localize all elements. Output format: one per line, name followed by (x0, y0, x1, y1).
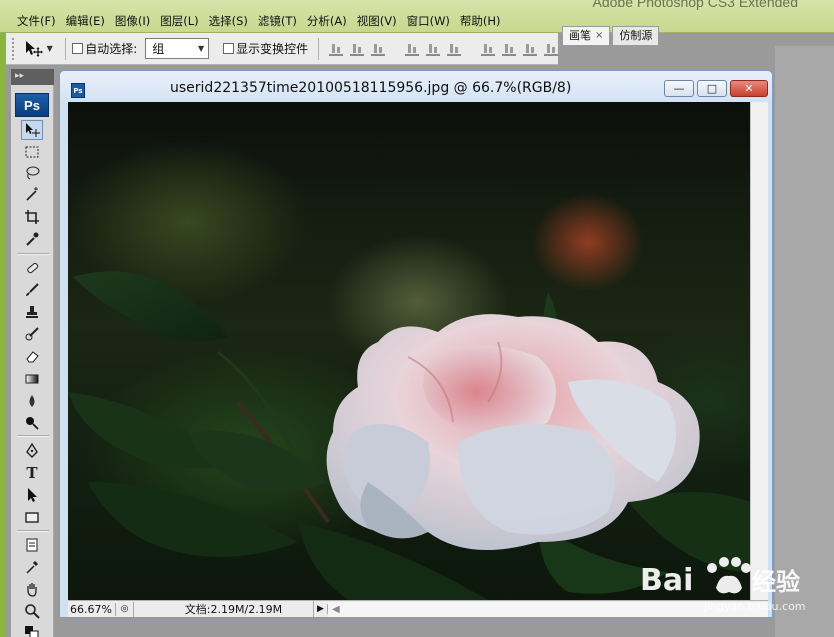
auto-select-checkbox[interactable]: 自动选择: (72, 40, 137, 57)
align-left-icon[interactable] (405, 42, 419, 56)
baidu-jingyan-watermark: Bai 经验 jingyan.baidu.com (640, 548, 830, 628)
tools-panel: Ps T (11, 85, 54, 637)
tab-clone-source-label: 仿制源 (619, 29, 653, 42)
photoshop-logo[interactable]: Ps (15, 93, 49, 117)
peony-photo (68, 271, 750, 600)
gradient-tool-icon[interactable] (21, 369, 43, 389)
zoom-level[interactable]: 66.67% (68, 602, 116, 616)
scroll-left-icon[interactable]: ◀ (332, 604, 340, 615)
left-window-edge (0, 0, 6, 637)
distribute-left-icon[interactable] (544, 42, 558, 56)
eyedropper-tool-icon[interactable] (21, 557, 43, 577)
separator (17, 253, 49, 255)
close-icon[interactable]: × (595, 27, 603, 45)
align-horizontal-center-icon[interactable] (426, 42, 440, 56)
panel-dock-tabs: 画笔 × 仿制源 (562, 26, 661, 45)
options-bar: ▼ 自动选择: 组 ▼ 显示变换控件 (6, 33, 558, 65)
document-size: 文档:2.19M/2.19M (134, 601, 314, 617)
tab-brushes[interactable]: 画笔 × (562, 26, 611, 45)
healing-brush-tool-icon[interactable] (21, 258, 43, 278)
menu-analysis[interactable]: 分析(A) (302, 12, 352, 30)
menu-file[interactable]: 文件(F) (12, 12, 61, 30)
type-tool-icon[interactable]: T (21, 463, 43, 483)
svg-text:经验: 经验 (752, 568, 800, 596)
status-options-icon[interactable]: ◎ (116, 601, 134, 617)
tab-clone-source[interactable]: 仿制源 (612, 26, 660, 45)
chevron-down-icon: ▼ (197, 44, 205, 53)
status-menu-arrow-icon[interactable]: ▶ (314, 604, 328, 614)
magic-wand-tool-icon[interactable] (21, 184, 43, 204)
document-icon: Ps (71, 83, 85, 98)
menu-image[interactable]: 图像(I) (110, 12, 155, 30)
move-tool-icon (25, 40, 43, 57)
crop-tool-icon[interactable] (21, 207, 43, 227)
menu-edit[interactable]: 编辑(E) (61, 12, 110, 30)
app-title: Adobe Photoshop CS3 Extended (592, 0, 799, 10)
vertical-scrollbar[interactable] (750, 102, 768, 600)
application-menu-bar: Adobe Photoshop CS3 Extended 文件(F) 编辑(E)… (0, 0, 834, 33)
menu-filter[interactable]: 滤镜(T) (253, 12, 302, 30)
history-brush-tool-icon[interactable] (21, 324, 43, 344)
image-canvas[interactable] (68, 102, 750, 600)
blur-tool-icon[interactable] (21, 391, 43, 411)
auto-select-value: 组 (152, 42, 165, 56)
menu-help[interactable]: 帮助(H) (455, 12, 506, 30)
hand-tool-icon[interactable] (21, 579, 43, 599)
tools-panel-header[interactable]: ▸▸ (11, 69, 54, 85)
separator (17, 435, 49, 437)
distribute-top-icon[interactable] (481, 42, 495, 56)
path-selection-tool-icon[interactable] (21, 485, 43, 505)
tool-preset-picker[interactable]: ▼ (24, 40, 60, 58)
separator (318, 37, 319, 60)
marquee-tool-icon[interactable] (21, 142, 43, 162)
separator (17, 530, 49, 532)
align-bottom-icon[interactable] (371, 42, 385, 56)
document-title: userid221357time20100518115956.jpg @ 66.… (170, 80, 572, 96)
eraser-tool-icon[interactable] (21, 346, 43, 366)
maximize-icon: □ (706, 82, 718, 95)
menu-select[interactable]: 选择(S) (204, 12, 253, 30)
align-right-icon[interactable] (447, 42, 461, 56)
auto-select-dropdown[interactable]: 组 ▼ (145, 38, 210, 59)
show-transform-checkbox[interactable]: 显示变换控件 (223, 40, 308, 57)
svg-text:Bai: Bai (640, 563, 693, 598)
minimize-icon: — (673, 82, 685, 95)
lasso-tool-icon[interactable] (21, 163, 43, 183)
align-buttons (329, 42, 558, 56)
notes-tool-icon[interactable] (21, 535, 43, 555)
menu-layer[interactable]: 图层(L) (155, 12, 203, 30)
maximize-button[interactable]: □ (697, 80, 727, 97)
close-icon: ✕ (744, 82, 754, 95)
document-title-bar[interactable]: Ps userid221357time20100518115956.jpg @ … (60, 71, 772, 103)
color-swatches-icon[interactable] (21, 623, 43, 637)
eyedropper-slice-tool-icon[interactable] (21, 229, 43, 249)
close-button[interactable]: ✕ (730, 80, 768, 97)
menu-view[interactable]: 视图(V) (352, 12, 402, 30)
document-window: Ps userid221357time20100518115956.jpg @ … (59, 70, 773, 618)
tab-brushes-label: 画笔 (569, 29, 591, 42)
pen-tool-icon[interactable] (21, 441, 43, 461)
zoom-tool-icon[interactable] (21, 601, 43, 621)
align-top-icon[interactable] (329, 42, 343, 56)
move-tool-icon[interactable] (21, 120, 43, 140)
shape-tool-icon[interactable] (21, 507, 43, 527)
baidu-logo: Bai 经验 (640, 557, 800, 598)
menu-window[interactable]: 窗口(W) (402, 12, 455, 30)
distribute-center-icon[interactable] (502, 42, 516, 56)
dodge-tool-icon[interactable] (21, 413, 43, 433)
watermark-url: jingyan.baidu.com (704, 600, 806, 613)
checkbox-box[interactable] (223, 43, 235, 54)
distribute-bottom-icon[interactable] (523, 42, 537, 56)
brush-tool-icon[interactable] (21, 280, 43, 300)
chevron-down-icon: ▼ (46, 44, 53, 53)
minimize-button[interactable]: — (664, 80, 694, 97)
show-transform-label: 显示变换控件 (236, 42, 309, 56)
checkbox-box[interactable] (72, 43, 84, 54)
menu-bar: 文件(F) 编辑(E) 图像(I) 图层(L) 选择(S) 滤镜(T) 分析(A… (12, 12, 506, 30)
options-bar-grip[interactable] (12, 37, 18, 60)
align-vertical-center-icon[interactable] (350, 42, 364, 56)
separator (65, 37, 67, 60)
clone-stamp-tool-icon[interactable] (21, 302, 43, 322)
auto-select-label: 自动选择: (85, 42, 138, 56)
